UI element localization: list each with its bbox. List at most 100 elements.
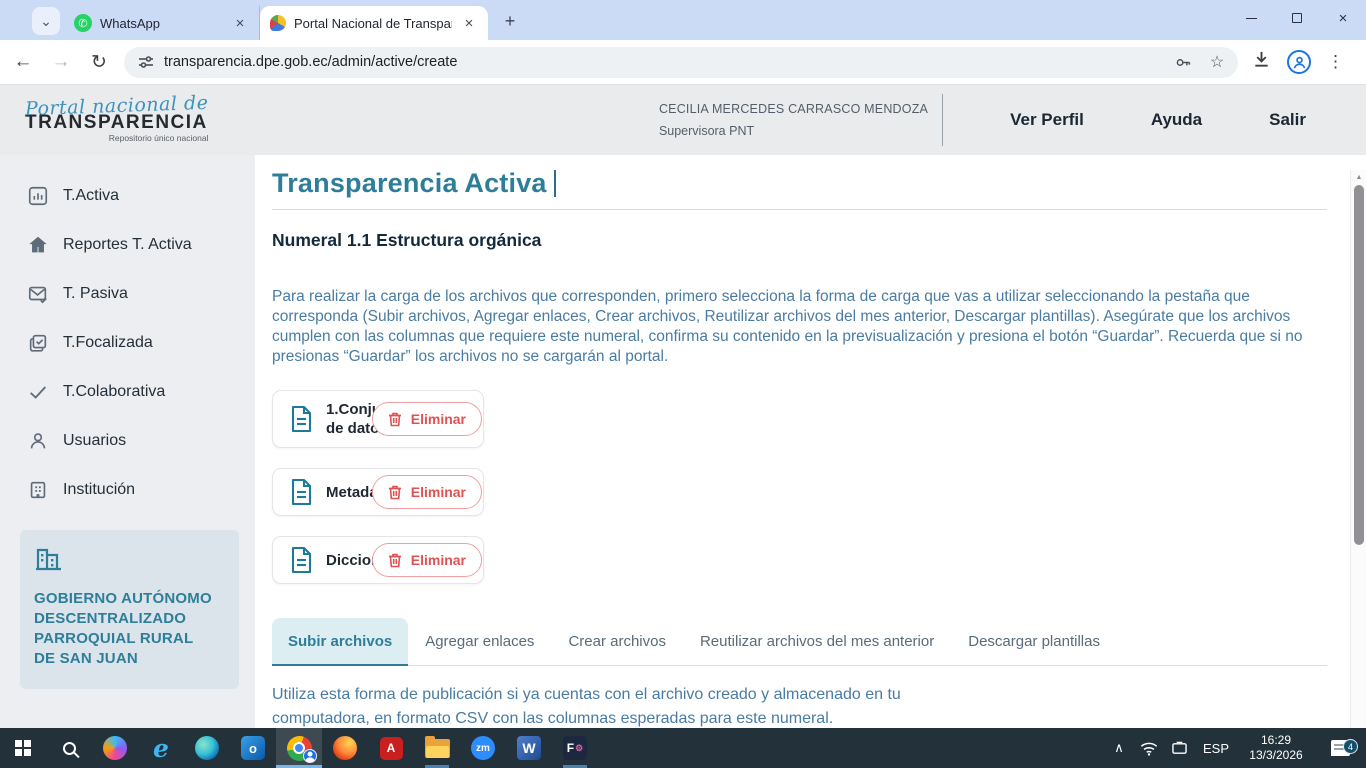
- reload-button[interactable]: ↻: [84, 47, 114, 77]
- notification-center-button[interactable]: 4: [1314, 740, 1366, 756]
- eliminar-button[interactable]: Eliminar: [372, 475, 482, 509]
- browser-tab-portal[interactable]: Portal Nacional de Transparenci ×: [260, 6, 488, 40]
- building-icon: [27, 479, 49, 501]
- taskbar-file-explorer[interactable]: [414, 728, 460, 768]
- eliminar-button[interactable]: Eliminar: [372, 402, 482, 436]
- sidebar-item-reportes-t-activa[interactable]: Reportes T. Activa: [0, 220, 255, 269]
- download-icon[interactable]: [1252, 50, 1271, 74]
- upload-mode-tabs: Subir archivos Agregar enlaces Crear arc…: [272, 618, 1327, 666]
- taskbar-internet-explorer[interactable]: e: [138, 728, 184, 768]
- browser-menu-icon[interactable]: ⋮: [1327, 52, 1344, 72]
- new-tab-button[interactable]: +: [496, 7, 524, 35]
- address-bar[interactable]: transparencia.dpe.gob.ec/admin/active/cr…: [124, 47, 1238, 78]
- taskbar-zoom[interactable]: zm: [460, 728, 506, 768]
- restore-icon: [1292, 13, 1302, 23]
- sidebar-item-t-focalizada[interactable]: T.Focalizada: [0, 318, 255, 367]
- start-button[interactable]: [0, 728, 46, 768]
- institution-card: GOBIERNO AUTÓNOMO DESCENTRALIZADO PARROQ…: [20, 530, 239, 689]
- tab-subir-archivos[interactable]: Subir archivos: [272, 618, 408, 666]
- document-icon: [289, 478, 313, 506]
- eliminar-button[interactable]: Eliminar: [372, 543, 482, 577]
- tray-date: 13/3/2026: [1238, 748, 1314, 763]
- sidebar-item-label: T.Activa: [63, 187, 119, 205]
- file-card-conjunto-de-datos: 1.Conjunto de datos Eliminar: [272, 390, 484, 448]
- sidebar-item-label: T.Focalizada: [63, 334, 153, 352]
- salir-link[interactable]: Salir: [1269, 110, 1306, 130]
- file-explorer-icon: [425, 739, 450, 758]
- sidebar-item-label: T. Pasiva: [63, 285, 128, 303]
- taskbar-firefox[interactable]: [322, 728, 368, 768]
- ver-perfil-link[interactable]: Ver Perfil: [1010, 110, 1084, 130]
- scrollbar-thumb[interactable]: [1354, 185, 1364, 545]
- restore-button[interactable]: [1274, 0, 1320, 36]
- url-text[interactable]: transparencia.dpe.gob.ec/admin/active/cr…: [164, 54, 1160, 70]
- taskbar: e o A zm W F⚙ ∧ ESP 16:29 13/3/2026 4: [0, 728, 1366, 768]
- taskbar-search-button[interactable]: [46, 728, 92, 768]
- display-connect-icon[interactable]: [1164, 741, 1194, 756]
- firefox-icon: [333, 736, 357, 760]
- search-icon: [63, 742, 76, 755]
- trash-icon: [388, 552, 402, 568]
- chrome-profile-badge: [303, 749, 317, 763]
- taskbar-edge[interactable]: [184, 728, 230, 768]
- toolbar-actions: ⋮: [1252, 50, 1344, 74]
- mail-check-icon: [27, 283, 49, 305]
- logo-tagline: Repositorio único nacional: [25, 134, 208, 143]
- tab-crear-archivos[interactable]: Crear archivos: [551, 618, 683, 665]
- taskbar-word[interactable]: W: [506, 728, 552, 768]
- sidebar: T.Activa Reportes T. Activa T. Pasiva T.…: [0, 155, 255, 728]
- taskbar-chrome[interactable]: [276, 728, 322, 768]
- taskbar-outlook[interactable]: o: [230, 728, 276, 768]
- chevron-down-icon: ⌄: [40, 13, 52, 30]
- taskbar-finance-app[interactable]: F⚙: [552, 728, 598, 768]
- site-settings-icon[interactable]: [138, 54, 154, 70]
- zoom-app-icon: zm: [471, 736, 495, 760]
- back-button[interactable]: ←: [8, 47, 38, 77]
- page-scrollbar[interactable]: ▲ ▼: [1350, 170, 1366, 768]
- scroll-up-icon[interactable]: ▲: [1351, 170, 1366, 185]
- sidebar-item-t-pasiva[interactable]: T. Pasiva: [0, 269, 255, 318]
- trash-icon: [388, 484, 402, 500]
- window-controls: ×: [1228, 0, 1366, 36]
- tab-reutilizar-archivos[interactable]: Reutilizar archivos del mes anterior: [683, 618, 951, 665]
- password-key-icon[interactable]: [1172, 51, 1194, 73]
- ayuda-link[interactable]: Ayuda: [1151, 110, 1202, 130]
- check-icon: [27, 381, 49, 403]
- sidebar-item-label: Usuarios: [63, 432, 126, 450]
- edge-icon: [195, 736, 219, 760]
- tray-chevron-up-icon[interactable]: ∧: [1104, 740, 1134, 756]
- portal-logo[interactable]: Portal nacional de TRANSPARENCIA Reposit…: [25, 97, 208, 143]
- finance-app-icon: F⚙: [563, 736, 587, 760]
- close-window-button[interactable]: ×: [1320, 0, 1366, 36]
- language-indicator[interactable]: ESP: [1194, 741, 1238, 756]
- outlook-icon: o: [241, 736, 265, 760]
- forward-button[interactable]: →: [46, 47, 76, 77]
- sidebar-item-t-activa[interactable]: T.Activa: [0, 171, 255, 220]
- tab-agregar-enlaces[interactable]: Agregar enlaces: [408, 618, 551, 665]
- browser-tab-whatsapp[interactable]: ✆ WhatsApp ×: [64, 6, 260, 40]
- title-divider: [272, 209, 1327, 210]
- close-icon[interactable]: ×: [231, 14, 249, 32]
- minimize-button[interactable]: [1228, 0, 1274, 36]
- taskbar-acrobat[interactable]: A: [368, 728, 414, 768]
- sidebar-item-t-colaborativa[interactable]: T.Colaborativa: [0, 367, 255, 416]
- header-nav: Ver Perfil Ayuda Salir: [943, 110, 1366, 130]
- browser-toolbar: ← → ↻ transparencia.dpe.gob.ec/admin/act…: [0, 40, 1366, 85]
- sidebar-item-usuarios[interactable]: Usuarios: [0, 416, 255, 465]
- sidebar-item-institucion[interactable]: Institución: [0, 465, 255, 514]
- sidebar-item-label: Reportes T. Activa: [63, 236, 192, 254]
- bookmark-star-icon[interactable]: ☆: [1206, 51, 1228, 73]
- eliminar-label: Eliminar: [411, 484, 466, 500]
- clock[interactable]: 16:29 13/3/2026: [1238, 733, 1314, 763]
- wifi-icon[interactable]: [1134, 741, 1164, 756]
- instructions-paragraph: Para realizar la carga de los archivos q…: [272, 287, 1327, 367]
- taskbar-copilot[interactable]: [92, 728, 138, 768]
- word-icon: W: [517, 736, 541, 760]
- close-icon[interactable]: ×: [460, 14, 478, 32]
- profile-avatar[interactable]: [1287, 50, 1311, 74]
- home-icon: [27, 234, 49, 256]
- internet-explorer-icon: e: [153, 736, 169, 761]
- tab-descargar-plantillas[interactable]: Descargar plantillas: [951, 618, 1117, 665]
- user-name: CECILIA MERCEDES CARRASCO MENDOZA: [659, 102, 928, 116]
- tab-search-button[interactable]: ⌄: [32, 7, 60, 35]
